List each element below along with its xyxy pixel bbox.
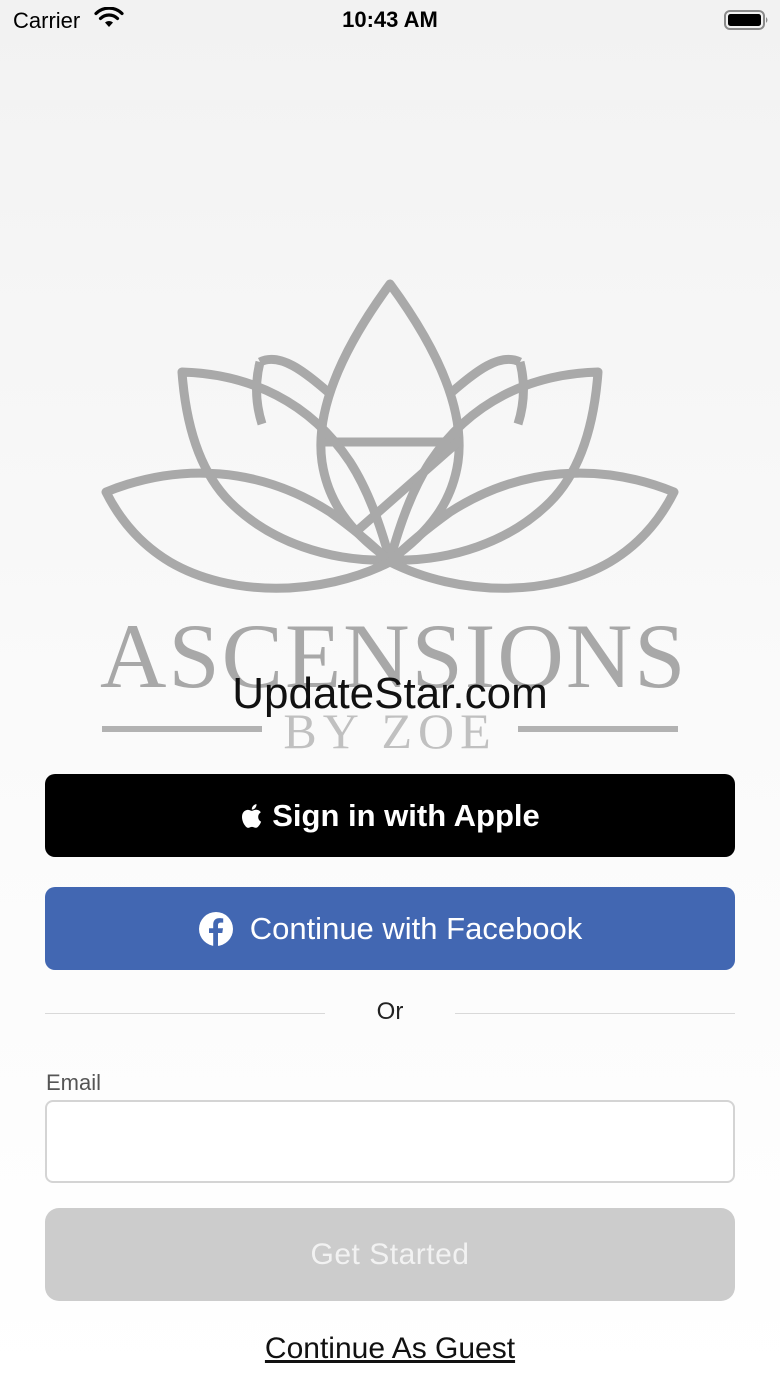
- apple-button-label: Sign in with Apple: [272, 797, 540, 833]
- divider-line-right: [455, 1013, 735, 1014]
- watermark: UpdateStar.com: [232, 669, 548, 718]
- clock: 10:43 AM: [342, 7, 438, 32]
- or-label: Or: [376, 998, 404, 1025]
- get-started-label: Get Started: [310, 1237, 470, 1271]
- facebook-button-label: Continue with Facebook: [249, 910, 583, 946]
- continue-with-facebook-button[interactable]: Continue with Facebook: [45, 887, 735, 970]
- battery-icon: [724, 10, 768, 30]
- status-bar: Carrier 10:43 AM: [0, 0, 780, 44]
- brand-rule-right: [518, 726, 678, 732]
- lotus-logo-icon: [101, 279, 679, 593]
- brand-rule-left: [102, 726, 262, 732]
- email-field[interactable]: [45, 1100, 735, 1183]
- apple-icon: [242, 803, 262, 828]
- get-started-button[interactable]: Get Started: [45, 1208, 735, 1301]
- or-divider: Or: [45, 998, 735, 1028]
- sign-in-with-apple-button[interactable]: Sign in with Apple: [45, 774, 735, 857]
- continue-as-guest-link[interactable]: Continue As Guest: [0, 1332, 780, 1366]
- facebook-icon: [198, 911, 233, 946]
- email-label: Email: [46, 1070, 102, 1095]
